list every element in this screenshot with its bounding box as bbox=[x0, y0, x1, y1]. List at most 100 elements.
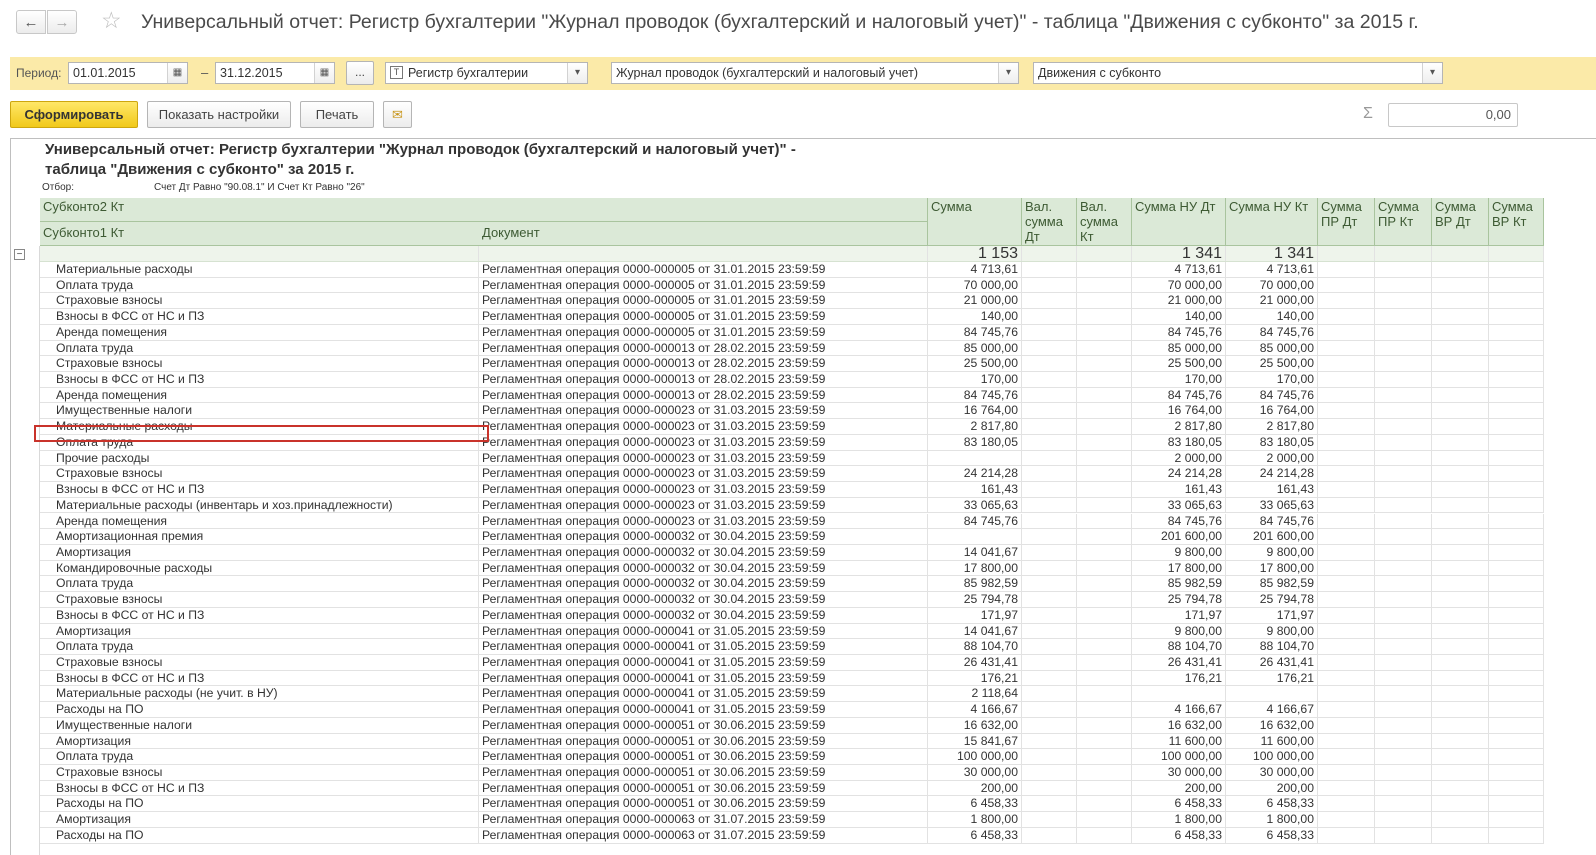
table-row[interactable]: Имущественные налоги Регламентная операци… bbox=[40, 717, 1544, 734]
cell-sum bbox=[928, 450, 1022, 466]
cell-pr-kt bbox=[1375, 419, 1432, 434]
table-row[interactable]: Взносы в ФСС от НС и ПЗ Регламентная опер… bbox=[40, 372, 1544, 388]
cell-sum: 6 458,33 bbox=[928, 827, 1022, 843]
table-row[interactable]: Взносы в ФСС от НС и ПЗ Регламентная опер… bbox=[40, 670, 1544, 687]
cell-val-kt bbox=[1077, 356, 1132, 371]
table-row[interactable]: Страховые взносы Регламентная операция 00… bbox=[40, 466, 1544, 483]
table-select[interactable]: Движения с субконто ▾ bbox=[1033, 62, 1443, 84]
table-row[interactable]: Прочие расходы Регламентная операция 0000… bbox=[40, 450, 1544, 467]
table-row[interactable]: Материальные расходы (инвентарь и хоз.пр… bbox=[40, 497, 1544, 514]
source-type-select[interactable]: T Регистр бухгалтерии ▾ bbox=[385, 62, 588, 84]
chevron-down-icon[interactable]: ▾ bbox=[567, 63, 587, 83]
table-row[interactable]: Аренда помещения Регламентная операция 00… bbox=[40, 387, 1544, 404]
chevron-down-icon[interactable]: ▾ bbox=[998, 63, 1018, 83]
cell-pr-kt bbox=[1375, 827, 1432, 843]
table-row[interactable]: Расходы на ПО Регламентная операция 0000-… bbox=[40, 827, 1544, 844]
cell-nu-kt: 17 800,00 bbox=[1226, 560, 1318, 576]
cell-val-kt bbox=[1077, 372, 1132, 387]
cell-name: Оплата труда bbox=[40, 277, 479, 293]
table-row[interactable]: Страховые взносы Регламентная операция 00… bbox=[40, 765, 1544, 781]
cell-sum: 2 118,64 bbox=[928, 686, 1022, 702]
cell-sum: 83 180,05 bbox=[928, 434, 1022, 450]
table-row[interactable]: Материальные расходы Регламентная операци… bbox=[40, 262, 1544, 278]
table-row[interactable]: Взносы в ФСС от НС и ПЗ Регламентная опер… bbox=[40, 482, 1544, 498]
cell-document: Регламентная операция 0000-000032 от 30.… bbox=[479, 529, 928, 544]
table-row[interactable]: Материальные расходы (не учит. в НУ) Регл… bbox=[40, 686, 1544, 703]
forward-button[interactable]: → bbox=[47, 10, 77, 34]
cell-sum: 6 458,33 bbox=[928, 796, 1022, 812]
cell-name: Материальные расходы (не учит. в НУ) bbox=[40, 686, 479, 702]
table-row[interactable]: Оплата труда Регламентная операция 0000-0… bbox=[40, 639, 1544, 655]
back-button[interactable]: ← bbox=[16, 10, 46, 34]
table-row[interactable]: Расходы на ПО Регламентная операция 0000-… bbox=[40, 702, 1544, 718]
cell-name: Оплата труда bbox=[40, 749, 479, 764]
table-row[interactable]: Расходы на ПО Регламентная операция 0000-… bbox=[40, 796, 1544, 813]
cell-sum: 17 800,00 bbox=[928, 560, 1022, 576]
table-row[interactable]: Оплата труда Регламентная операция 0000-0… bbox=[40, 277, 1544, 294]
cell-nu-kt: 9 800,00 bbox=[1226, 544, 1318, 560]
table-row[interactable]: Взносы в ФСС от НС и ПЗ Регламентная опер… bbox=[40, 309, 1544, 325]
cell-pr-dt bbox=[1318, 246, 1375, 261]
collapse-group-toggle[interactable]: − bbox=[14, 249, 25, 260]
star-icon[interactable]: ☆ bbox=[101, 9, 122, 32]
period-select-button[interactable]: ... bbox=[346, 61, 374, 85]
cell-vr-kt bbox=[1489, 246, 1544, 261]
cell-val-kt bbox=[1077, 529, 1132, 544]
cell-nu-kt: 85 982,59 bbox=[1226, 576, 1318, 592]
table-row[interactable]: Имущественные налоги Регламентная операци… bbox=[40, 403, 1544, 420]
show-settings-button[interactable]: Показать настройки bbox=[147, 101, 291, 128]
window-title: Универсальный отчет: Регистр бухгалтерии… bbox=[141, 11, 1419, 33]
report-title: Универсальный отчет: Регистр бухгалтерии… bbox=[45, 141, 796, 178]
table-row[interactable]: Страховые взносы Регламентная операция 00… bbox=[40, 592, 1544, 608]
table-row[interactable]: Оплата труда Регламентная операция 0000-0… bbox=[40, 749, 1544, 765]
table-row[interactable]: Оплата труда Регламентная операция 0000-0… bbox=[40, 576, 1544, 593]
cell-name bbox=[40, 246, 479, 261]
send-email-button[interactable]: ✉ bbox=[383, 101, 412, 128]
table-row[interactable]: Амортизация Регламентная операция 0000-00… bbox=[40, 623, 1544, 640]
cell-val-dt bbox=[1022, 765, 1077, 780]
table-row[interactable]: Страховые взносы Регламентная операция 00… bbox=[40, 356, 1544, 372]
cell-vr-kt bbox=[1489, 749, 1544, 764]
cell-val-dt bbox=[1022, 356, 1077, 371]
table-row[interactable]: Страховые взносы Регламентная операция 00… bbox=[40, 293, 1544, 310]
cell-pr-dt bbox=[1318, 717, 1375, 733]
table-row[interactable]: Страховые взносы Регламентная операция 00… bbox=[40, 655, 1544, 671]
print-button[interactable]: Печать bbox=[300, 101, 374, 128]
cell-name: Страховые взносы bbox=[40, 293, 479, 309]
cell-val-dt bbox=[1022, 434, 1077, 450]
cell-nu-dt bbox=[1132, 686, 1226, 702]
calendar-icon[interactable]: ▦ bbox=[314, 63, 334, 83]
cell-val-dt bbox=[1022, 513, 1077, 529]
period-to-field[interactable]: 31.12.2015 ▦ bbox=[215, 62, 335, 84]
cell-vr-dt bbox=[1432, 576, 1489, 592]
table-row[interactable]: Взносы в ФСС от НС и ПЗ Регламентная опер… bbox=[40, 780, 1544, 797]
report-filter: Отбор: Счет Дт Равно "90.08.1" И Счет Кт… bbox=[42, 182, 365, 193]
table-row[interactable]: Амортизация Регламентная операция 0000-00… bbox=[40, 733, 1544, 750]
table-row[interactable]: Амортизационная премия Регламентная опера… bbox=[40, 529, 1544, 545]
table-row[interactable]: Амортизация Регламентная операция 0000-00… bbox=[40, 544, 1544, 561]
cell-val-kt bbox=[1077, 607, 1132, 623]
chevron-down-icon[interactable]: ▾ bbox=[1422, 63, 1442, 83]
table-row[interactable]: Аренда помещения Регламентная операция 00… bbox=[40, 324, 1544, 341]
table-row[interactable]: Аренда помещения Регламентная операция 00… bbox=[40, 513, 1544, 530]
calendar-icon[interactable]: ▦ bbox=[167, 63, 187, 83]
cell-nu-kt: 11 600,00 bbox=[1226, 733, 1318, 749]
cell-val-dt bbox=[1022, 544, 1077, 560]
generate-button[interactable]: Сформировать bbox=[10, 101, 138, 128]
cell-document: Регламентная операция 0000-000023 от 31.… bbox=[479, 450, 928, 466]
table-row[interactable]: Оплата труда Регламентная операция 0000-0… bbox=[40, 340, 1544, 357]
cell-name: Страховые взносы bbox=[40, 592, 479, 607]
cell-document: Регламентная операция 0000-000032 от 30.… bbox=[479, 560, 928, 576]
table-row[interactable]: Командировочные расходы Регламентная опер… bbox=[40, 560, 1544, 577]
cell-document: Регламентная операция 0000-000013 от 28.… bbox=[479, 340, 928, 356]
cell-val-kt bbox=[1077, 387, 1132, 403]
period-from-field[interactable]: 01.01.2015 ▦ bbox=[68, 62, 188, 84]
table-row[interactable]: Взносы в ФСС от НС и ПЗ Регламентная опер… bbox=[40, 607, 1544, 624]
report-area[interactable]: Универсальный отчет: Регистр бухгалтерии… bbox=[10, 138, 1596, 855]
cell-name: Взносы в ФСС от НС и ПЗ bbox=[40, 780, 479, 796]
register-select[interactable]: Журнал проводок (бухгалтерский и налогов… bbox=[611, 62, 1019, 84]
cell-name: Амортизация bbox=[40, 812, 479, 827]
cell-nu-dt: 4 713,61 bbox=[1132, 262, 1226, 277]
table-row[interactable]: Амортизация Регламентная операция 0000-00… bbox=[40, 812, 1544, 828]
cell-val-dt bbox=[1022, 655, 1077, 670]
